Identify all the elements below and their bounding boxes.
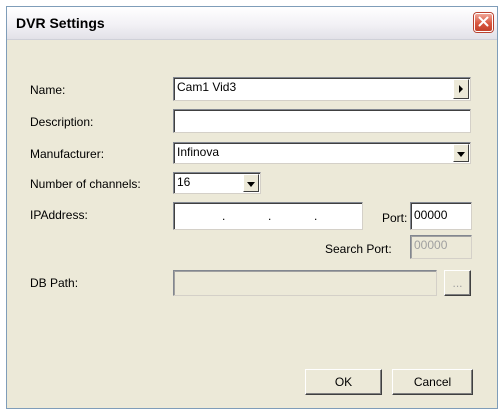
search-port-label: Search Port: — [325, 242, 392, 256]
manufacturer-value: Infinova — [177, 145, 220, 159]
dialog-title: DVR Settings — [16, 15, 105, 31]
arrow-right-icon — [458, 82, 464, 96]
dvr-settings-dialog: DVR Settings Name: Cam1 Vid3 Description… — [6, 6, 498, 409]
ip-separator: . — [314, 209, 318, 223]
name-label: Name: — [30, 83, 66, 97]
manufacturer-dropdown-button[interactable] — [453, 144, 469, 162]
db-path-field — [173, 270, 437, 296]
name-field[interactable]: Cam1 Vid3 — [173, 77, 471, 101]
ip-address-label: IPAddress: — [30, 208, 88, 222]
port-label: Port: — [382, 211, 408, 225]
channels-value: 16 — [177, 175, 191, 189]
description-label: Description: — [30, 115, 94, 129]
close-icon — [478, 16, 489, 30]
name-value: Cam1 Vid3 — [177, 80, 237, 94]
port-value: 00000 — [414, 208, 448, 222]
ip-address-field[interactable]: . . . — [173, 202, 363, 230]
name-arrow-button[interactable] — [453, 79, 469, 99]
db-path-label: DB Path: — [30, 276, 79, 290]
channels-label: Number of channels: — [30, 177, 141, 191]
channels-dropdown-button[interactable] — [243, 174, 259, 192]
cancel-button-label: Cancel — [413, 375, 452, 389]
chevron-down-icon — [457, 146, 465, 160]
ok-button[interactable]: OK — [305, 369, 382, 395]
browse-button: ... — [444, 270, 471, 296]
cancel-button[interactable]: Cancel — [392, 369, 473, 395]
ip-separator: . — [222, 209, 226, 223]
port-field[interactable]: 00000 — [410, 202, 472, 230]
description-field[interactable] — [173, 109, 471, 133]
title-bar[interactable]: DVR Settings — [7, 7, 497, 40]
manufacturer-select[interactable]: Infinova — [173, 142, 471, 164]
browse-button-label: ... — [452, 276, 463, 290]
ok-button-label: OK — [334, 375, 353, 389]
channels-select[interactable]: 16 — [173, 172, 261, 194]
manufacturer-label: Manufacturer: — [30, 147, 105, 161]
close-button[interactable] — [474, 13, 493, 32]
search-port-value: 00000 — [414, 238, 448, 252]
chevron-down-icon — [247, 176, 255, 190]
ip-separator: . — [268, 209, 272, 223]
search-port-field: 00000 — [410, 235, 472, 259]
